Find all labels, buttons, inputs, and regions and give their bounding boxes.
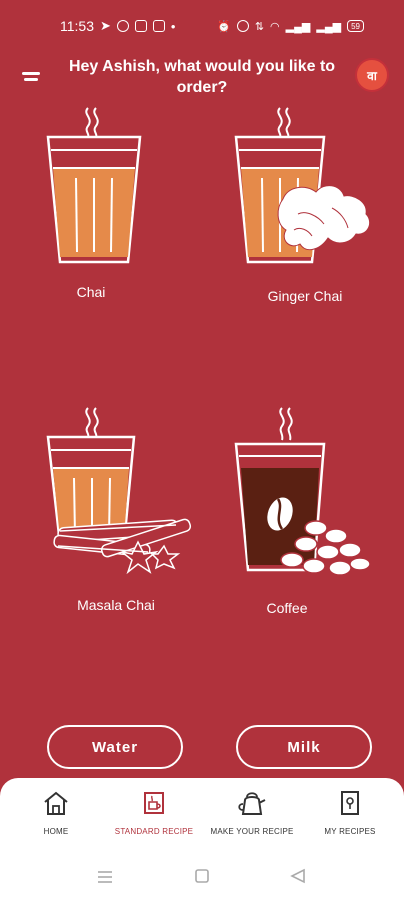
- drink-label-masala-chai[interactable]: Masala Chai: [36, 597, 196, 613]
- menu-icon[interactable]: [22, 68, 44, 86]
- nav-make-your-recipe[interactable]: MAKE YOUR RECIPE: [204, 790, 300, 836]
- wifi-icon: ◠: [270, 20, 280, 33]
- message-icon: [134, 20, 147, 32]
- dot-icon: •: [170, 18, 176, 34]
- drink-chai[interactable]: [40, 104, 150, 269]
- profile-avatar[interactable]: वा: [355, 58, 389, 92]
- app-header: Hey Ashish, what would you like to order…: [0, 52, 404, 102]
- nav-my-recipes[interactable]: MY RECIPES: [302, 790, 398, 836]
- coffee-glass-icon: [234, 407, 371, 576]
- chat-icon: [116, 20, 129, 32]
- drink-label-chai[interactable]: Chai: [11, 284, 171, 300]
- nav-home[interactable]: HOME: [8, 790, 104, 836]
- telegram-icon: ➤: [100, 18, 111, 33]
- signal-icon: ▂▄▆: [285, 20, 311, 33]
- status-time: 11:53: [60, 18, 94, 34]
- nav-standard-recipe[interactable]: STANDARD RECIPE: [106, 790, 202, 836]
- drink-coffee[interactable]: [228, 404, 378, 584]
- gallery-icon: [152, 20, 165, 32]
- drink-masala-chai[interactable]: [40, 404, 200, 579]
- alarm-icon: ⏰: [217, 20, 231, 33]
- recents-icon: [98, 871, 112, 883]
- water-button[interactable]: Water: [47, 725, 183, 769]
- bottom-navigation: HOME STANDARD RECIPE MAKE YOUR RECIPE MY…: [0, 778, 404, 900]
- kettle-icon: [238, 792, 266, 815]
- nav-label-my-recipes: MY RECIPES: [324, 827, 376, 836]
- nav-label-make-your-recipe: MAKE YOUR RECIPE: [210, 827, 294, 836]
- back-icon: [290, 868, 305, 884]
- system-navigation-bar: [0, 866, 404, 890]
- nav-label-home: HOME: [43, 827, 69, 836]
- ginger-chai-glass-icon: [234, 107, 371, 264]
- drink-label-ginger-chai[interactable]: Ginger Chai: [225, 288, 385, 304]
- house-icon: [44, 791, 68, 815]
- nav-label-standard-recipe: STANDARD RECIPE: [114, 827, 194, 836]
- chai-glass-icon: [46, 107, 142, 264]
- greeting-title: Hey Ashish, what would you like to order…: [68, 58, 336, 96]
- recipe-book-icon: [341, 791, 359, 815]
- data-speed-icon: ⇅: [254, 20, 265, 33]
- battery-icon: 59: [347, 20, 364, 32]
- masala-chai-glass-icon: [46, 407, 192, 575]
- ginger-root-icon: [277, 185, 371, 251]
- drink-label-coffee[interactable]: Coffee: [207, 600, 367, 616]
- recipe-cup-icon: [144, 792, 164, 814]
- drink-ginger-chai[interactable]: [228, 104, 378, 269]
- home-system-icon: [195, 869, 209, 883]
- milk-button[interactable]: Milk: [236, 725, 372, 769]
- status-bar: 11:53 ➤ • ⏰ ⇅ ◠ ▂▄▆ ▂▄▆ 59: [0, 0, 404, 52]
- vibrate-icon: [236, 20, 249, 32]
- signal2-icon: ▂▄▆: [316, 20, 342, 33]
- avatar-letter: वा: [367, 68, 377, 83]
